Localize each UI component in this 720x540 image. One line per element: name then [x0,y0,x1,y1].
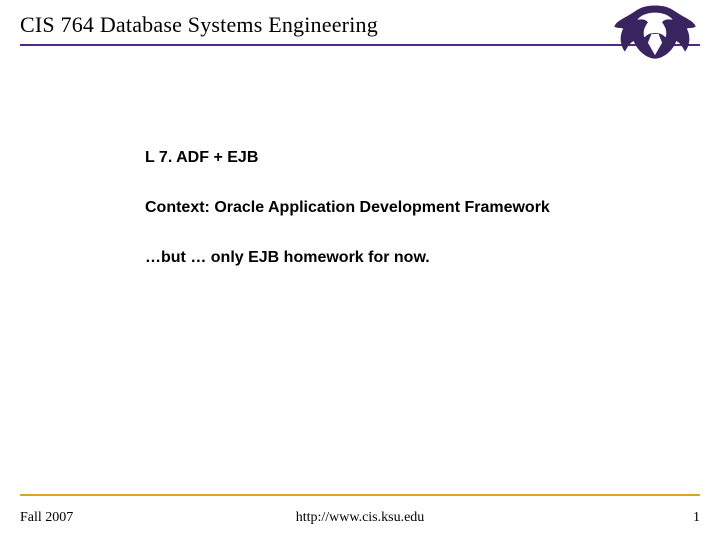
footer-term: Fall 2007 [20,510,73,526]
lecture-heading: L 7. ADF + EJB [145,148,680,168]
context-line: Context: Oracle Application Development … [145,198,680,218]
slide-body: L 7. ADF + EJB Context: Oracle Applicati… [145,148,680,268]
note-line: …but … only EJB homework for now. [145,248,680,268]
slide: CIS 764 Database Systems Engineering L 7… [0,0,720,540]
header: CIS 764 Database Systems Engineering [20,12,700,46]
title-underline [20,44,700,46]
course-title: CIS 764 Database Systems Engineering [20,12,700,38]
footer: Fall 2007 http://www.cis.ksu.edu 1 [20,504,700,526]
footer-url: http://www.cis.ksu.edu [296,510,425,526]
footer-divider [20,494,700,496]
ksu-powercat-logo-icon [610,2,700,64]
page-number: 1 [693,510,700,526]
